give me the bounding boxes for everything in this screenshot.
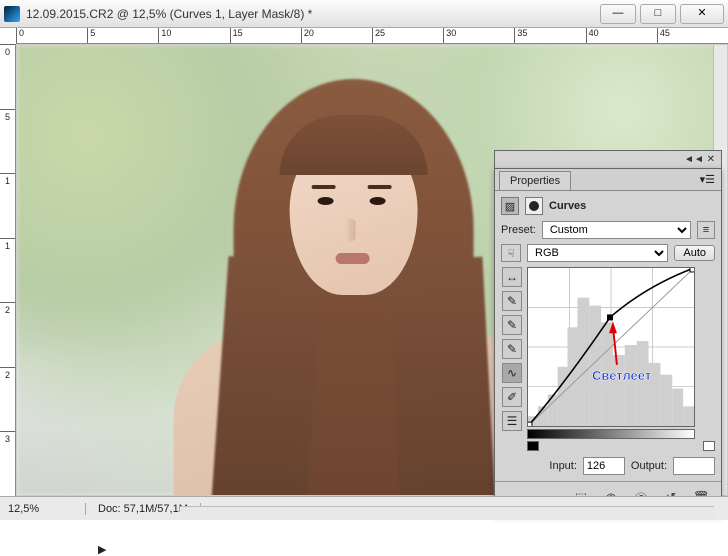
ruler-horizontal: 0 5 10 15 20 25 30 35 40 45 [16, 28, 728, 44]
ruler-tick: 0 [0, 44, 15, 109]
ruler-tick: 20 [301, 28, 372, 43]
ruler-tick: 3 [0, 431, 15, 496]
preset-select[interactable]: Custom [542, 221, 691, 239]
gradient-strip [527, 429, 695, 439]
eyedropper-gray-icon[interactable]: ✎ [502, 315, 522, 335]
window-controls: — □ ✕ [600, 4, 724, 24]
title-bar: 12.09.2015.CR2 @ 12,5% (Curves 1, Layer … [0, 0, 728, 28]
ruler-tick: 1 [0, 238, 15, 303]
output-label: Output: [631, 460, 667, 472]
scrollbar-horizontal[interactable] [180, 506, 714, 520]
document-area: 0 5 10 15 20 25 30 35 40 45 0 5 1 1 2 2 … [0, 28, 728, 496]
sampler-icon[interactable]: ↔ [502, 267, 522, 287]
hand-tool-icon[interactable]: ☟ [501, 244, 521, 262]
output-field[interactable] [673, 457, 715, 475]
input-field[interactable] [583, 457, 625, 475]
white-point-icon[interactable] [703, 441, 715, 451]
ruler-tick: 45 [657, 28, 728, 43]
minimize-button[interactable]: — [600, 4, 636, 24]
window-title: 12.09.2015.CR2 @ 12,5% (Curves 1, Layer … [26, 7, 600, 21]
zoom-level[interactable]: 12,5% [0, 503, 86, 515]
panel-menu-icon[interactable]: ▾☰ [700, 173, 715, 186]
auto-button[interactable]: Auto [674, 245, 715, 261]
curve-tool-icon[interactable]: ∿ [502, 363, 522, 383]
ruler-tick: 2 [0, 367, 15, 432]
ruler-tick: 2 [0, 302, 15, 367]
ruler-tick: 30 [443, 28, 514, 43]
eyedropper-black-icon[interactable]: ✎ [502, 291, 522, 311]
ruler-tick: 5 [0, 109, 15, 174]
ruler-tick: 15 [230, 28, 301, 43]
curves-graph[interactable]: Светлеет [527, 267, 695, 427]
curves-icon: ▨ [501, 197, 519, 215]
ruler-tick: 35 [514, 28, 585, 43]
tab-properties[interactable]: Properties [499, 171, 571, 190]
input-label: Input: [549, 460, 577, 472]
ruler-tick: 10 [158, 28, 229, 43]
panel-collapse-bar[interactable]: ◄◄ ✕ [494, 150, 722, 168]
subheader-label: Curves [549, 200, 586, 212]
properties-panel: Properties ▾☰ ▨ Curves Preset: Custom ≡ … [494, 168, 722, 515]
annotation-text: Светлеет [592, 368, 651, 383]
curves-tools: ↔ ✎ ✎ ✎ ∿ ✐ ☰ [501, 267, 523, 451]
preset-menu-icon[interactable]: ≡ [697, 221, 715, 239]
ruler-vertical: 0 5 1 1 2 2 3 [0, 44, 16, 496]
black-point-icon[interactable] [527, 441, 539, 451]
pencil-tool-icon[interactable]: ✐ [502, 387, 522, 407]
panel-tabs: Properties ▾☰ [495, 169, 721, 191]
ruler-tick: 40 [586, 28, 657, 43]
curves-svg [528, 268, 694, 426]
ruler-tick: 5 [87, 28, 158, 43]
ruler-tick: 0 [16, 28, 87, 43]
panel-subheader: ▨ Curves [501, 197, 715, 215]
mask-icon[interactable] [525, 197, 543, 215]
eyedropper-white-icon[interactable]: ✎ [502, 339, 522, 359]
options-icon[interactable]: ☰ [502, 411, 522, 431]
status-bar: 12,5% Doc: 57,1M/57,1M ▶ [0, 496, 728, 520]
app-icon [4, 6, 20, 22]
ruler-tick: 25 [372, 28, 443, 43]
close-button[interactable]: ✕ [680, 4, 724, 24]
maximize-button[interactable]: □ [640, 4, 676, 24]
channel-select[interactable]: RGB [527, 244, 668, 262]
ruler-tick: 1 [0, 173, 15, 238]
preset-label: Preset: [501, 224, 536, 236]
